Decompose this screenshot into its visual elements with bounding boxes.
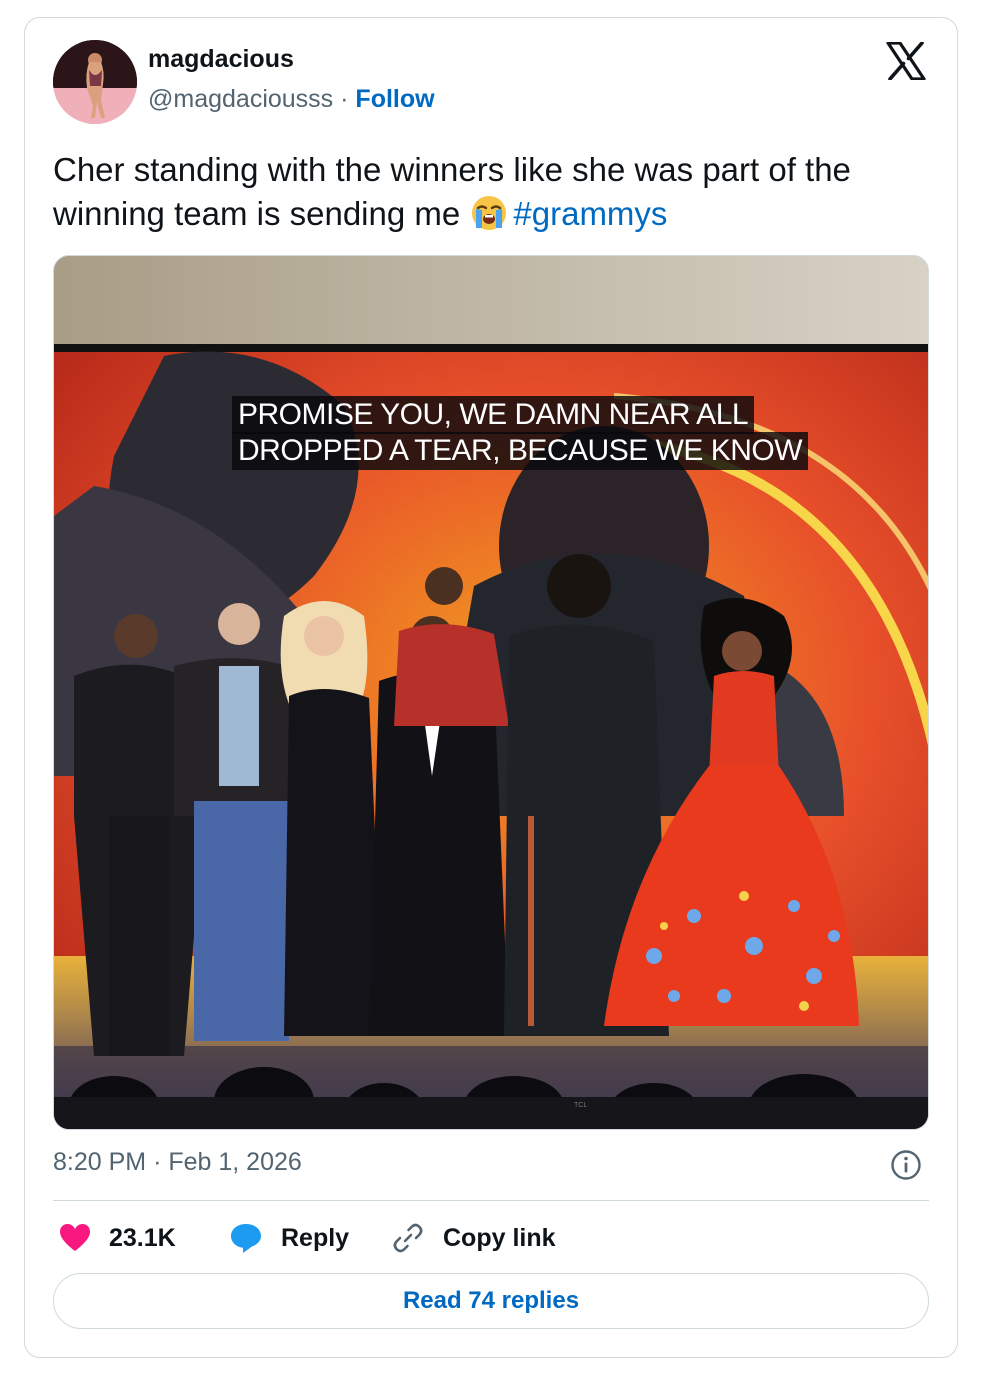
link-icon xyxy=(393,1223,423,1253)
hashtag-link[interactable]: #grammys xyxy=(513,195,667,232)
date: Feb 1, 2026 xyxy=(168,1148,302,1176)
time-separator: · xyxy=(153,1148,169,1176)
heart-icon xyxy=(60,1224,90,1251)
like-button[interactable]: 23.1K xyxy=(59,1218,176,1258)
reply-label: Reply xyxy=(281,1223,350,1252)
tweet-text: Cher standing with the winners like she … xyxy=(53,148,933,236)
handle-row: @magdaciousss · Follow xyxy=(148,85,435,114)
like-count: 23.1K xyxy=(109,1223,176,1252)
time: 8:20 PM xyxy=(53,1148,147,1176)
tweet-body: Cher standing with the winners like she … xyxy=(53,151,851,232)
read-replies-button[interactable]: Read 74 replies xyxy=(53,1273,929,1329)
copy-link-label: Copy link xyxy=(443,1223,556,1252)
read-replies-label: Read 74 replies xyxy=(402,1287,580,1314)
handle-separator: · xyxy=(340,85,356,113)
follow-button[interactable]: Follow xyxy=(355,85,434,113)
loudly-crying-face-emoji-icon xyxy=(469,194,509,232)
copy-link-button[interactable]: Copy link xyxy=(391,1218,556,1258)
timestamp[interactable]: 8:20 PM · Feb 1, 2026 xyxy=(53,1148,302,1177)
x-logo-icon[interactable] xyxy=(886,41,926,81)
divider xyxy=(53,1200,929,1201)
reply-button[interactable]: Reply xyxy=(229,1218,349,1258)
info-icon[interactable] xyxy=(890,1149,922,1181)
display-name[interactable]: magdacious xyxy=(148,45,294,74)
tweet-media-photo[interactable]: PROMISE YOU, WE DAMN NEAR ALL DROPPED A … xyxy=(53,255,929,1130)
handle[interactable]: @magdaciousss xyxy=(148,85,333,113)
avatar[interactable] xyxy=(53,40,137,124)
tv-brand-label: TCL xyxy=(574,1102,588,1109)
reply-bubble-icon xyxy=(231,1224,261,1253)
tv-caption-line-1: PROMISE YOU, WE DAMN NEAR ALL xyxy=(232,396,755,434)
tv-caption-line-2: DROPPED A TEAR, BECAUSE WE KNOW xyxy=(232,432,809,470)
